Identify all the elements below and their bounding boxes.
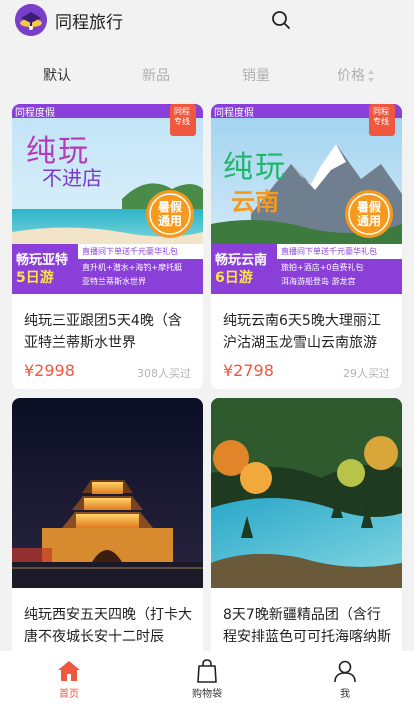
sort-tab-default[interactable]: 默认	[43, 65, 71, 85]
poster-features-1: 旅拍+酒店+0自费礼包	[281, 263, 364, 272]
poster-features-2: 亚特兰蒂斯水世界	[82, 277, 146, 286]
tab-shopping-bag[interactable]: 购物袋	[172, 659, 242, 700]
poster-features-1: 直升机+潜水+海钓+摩托艇	[82, 263, 183, 272]
poster-subheadline: 不进店	[42, 166, 102, 190]
product-sold-count: 29人买过	[343, 367, 390, 380]
product-card[interactable]: 同程度假 同程专线 纯玩 不进店 暑假通用 畅玩亚特 5日游 直播间下单送千元豪…	[12, 104, 203, 389]
tab-me-label: 我	[340, 689, 350, 700]
sort-tab-price[interactable]: 价格	[337, 65, 375, 85]
product-image: 同程度假 同程专线 纯玩 云南 暑假通用 畅玩云南 6日游 直播间下单送千元豪华…	[211, 104, 402, 294]
app-header: 同程旅行	[0, 0, 414, 40]
poster-subheadline: 云南	[231, 188, 279, 216]
poster-badge: 暑假通用	[157, 200, 182, 228]
poster-corner-tag: 同程专线	[373, 107, 389, 126]
tab-home[interactable]: 首页	[34, 659, 104, 700]
poster-banner-days: 6日游	[215, 270, 253, 286]
product-price: ¥2998	[24, 361, 75, 380]
product-image	[211, 398, 402, 588]
poster-headline: 纯玩	[223, 150, 287, 185]
poster-features-2: 洱海游船登岛 游龙宫	[281, 277, 356, 286]
tongcheng-logo-icon	[15, 4, 47, 36]
app-title: 同程旅行	[55, 13, 123, 33]
product-card[interactable]: 纯玩西安五天四晚（打卡大唐不夜城长安十二时辰	[12, 398, 203, 658]
product-title: 纯玩云南6天5晚大理丽江沪沽湖玉龙雪山云南旅游	[223, 313, 381, 351]
poster-banner-title: 畅玩亚特	[16, 253, 69, 268]
product-title: 纯玩三亚跟团5天4晚（含亚特兰蒂斯水世界	[24, 313, 182, 351]
sort-bar: 默认 新品 销量 价格	[0, 55, 414, 93]
shopping-bag-icon	[197, 659, 217, 683]
sort-arrows-icon	[368, 70, 375, 82]
bottom-tab-bar: 首页 购物袋 我	[0, 651, 414, 705]
poster-corner-tag: 同程专线	[174, 107, 190, 126]
poster-promo: 直播间下单送千元豪华礼包	[82, 247, 178, 256]
product-title: 纯玩西安五天四晚（打卡大唐不夜城长安十二时辰	[24, 607, 192, 645]
product-card[interactable]: 同程度假 同程专线 纯玩 云南 暑假通用 畅玩云南 6日游 直播间下单送千元豪华…	[211, 104, 402, 389]
product-sold-count: 308人买过	[137, 367, 191, 380]
poster-brand: 同程度假	[214, 108, 254, 119]
poster-brand: 同程度假	[15, 108, 55, 119]
sort-tab-sales[interactable]: 销量	[242, 65, 270, 85]
tab-home-label: 首页	[59, 689, 79, 700]
sort-tab-new[interactable]: 新品	[142, 65, 170, 85]
search-icon[interactable]	[270, 9, 292, 31]
poster-badge: 暑假通用	[356, 200, 381, 228]
product-image: 同程度假 同程专线 纯玩 不进店 暑假通用 畅玩亚特 5日游 直播间下单送千元豪…	[12, 104, 203, 294]
product-title: 8天7晚新疆精品团（含行程安排蓝色可可托海喀纳斯	[223, 607, 391, 645]
home-icon	[58, 661, 80, 681]
poster-promo: 直播间下单送千元豪华礼包	[281, 247, 377, 256]
tab-shopping-bag-label: 购物袋	[192, 689, 222, 700]
tab-me[interactable]: 我	[310, 659, 380, 700]
product-card[interactable]: 8天7晚新疆精品团（含行程安排蓝色可可托海喀纳斯	[211, 398, 402, 658]
poster-banner-days: 5日游	[16, 270, 54, 286]
product-image	[12, 398, 203, 588]
poster-banner-title: 畅玩云南	[215, 253, 268, 268]
product-price: ¥2798	[223, 361, 274, 380]
user-icon	[334, 660, 356, 683]
sort-tab-price-label: 价格	[337, 68, 365, 84]
